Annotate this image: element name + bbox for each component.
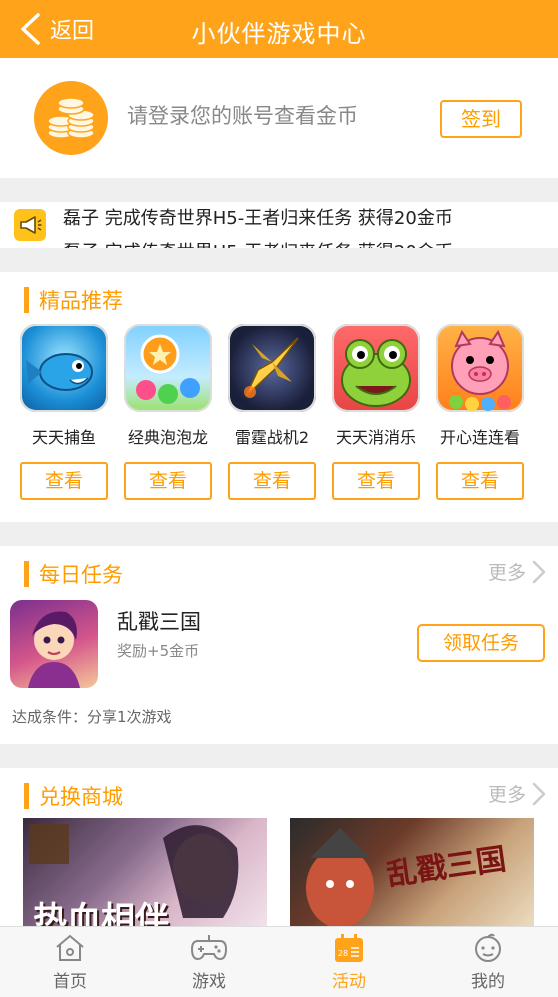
news-ticker: 磊子 完成传奇世界H5-王者归来任务 获得20金币 磊子 完成传奇世界H5-王者… <box>0 202 558 248</box>
game-card: 天天捕鱼 查看 <box>14 324 114 500</box>
task-title: 乱戳三国 <box>117 610 201 634</box>
game-name: 天天消消乐 <box>335 428 416 447</box>
page-title: 小伙伴游戏中心 <box>191 20 367 48</box>
gamepad-icon <box>190 935 228 961</box>
more-link[interactable]: 更多 <box>488 780 546 807</box>
view-button[interactable]: 查看 <box>124 462 212 500</box>
chevron-right-icon <box>532 560 546 583</box>
section-marker <box>24 561 29 587</box>
tab-home[interactable]: 首页 <box>30 933 110 992</box>
game-card: 经典泡泡龙 查看 <box>118 324 218 500</box>
chevron-right-icon <box>532 782 546 805</box>
claim-task-button[interactable]: 领取任务 <box>417 624 545 662</box>
tab-label: 我的 <box>471 972 505 992</box>
tab-games[interactable]: 游戏 <box>169 933 249 992</box>
featured-section: 精品推荐 天天捕鱼 查看 经典泡泡龙 查看 雷霆战机2 查看 天天消消乐 查看 … <box>0 272 558 522</box>
more-label: 更多 <box>487 562 526 584</box>
game-name: 天天捕鱼 <box>31 428 96 447</box>
more-link[interactable]: 更多 <box>488 558 546 585</box>
megaphone-icon <box>14 209 46 241</box>
tab-label: 首页 <box>53 972 87 992</box>
coin-stack-icon <box>34 81 108 155</box>
section-header: 每日任务 <box>24 560 123 588</box>
game-name: 雷霆战机2 <box>234 428 310 447</box>
view-button[interactable]: 查看 <box>332 462 420 500</box>
login-panel: 请登录您的账号查看金币 签到 <box>0 58 558 178</box>
daily-task-section: 每日任务 更多 乱戳三国 奖励+5金币 领取任务 达成条件：分享1次游戏 <box>0 546 558 744</box>
section-title: 兑换商城 <box>39 785 123 809</box>
bottom-tab-bar: 首页 游戏 28 活动 我的 <box>0 926 558 997</box>
section-marker <box>24 287 29 313</box>
task-game-icon[interactable] <box>10 600 98 688</box>
bubble-game-icon[interactable] <box>124 324 212 412</box>
shop-banner[interactable]: 热血相伴 <box>23 818 267 928</box>
news-item: 磊子 完成传奇世界H5-王者归来任务 获得20金币 <box>63 208 453 229</box>
section-header: 精品推荐 <box>24 286 123 314</box>
section-marker <box>24 783 29 809</box>
home-icon <box>56 934 84 961</box>
tab-activities[interactable]: 28 活动 <box>309 933 389 992</box>
face-icon <box>475 933 501 962</box>
section-title: 精品推荐 <box>39 289 123 313</box>
game-card: 开心连连看 查看 <box>430 324 530 500</box>
task-reward: 奖励+5金币 <box>117 642 200 660</box>
calendar-icon: 28 <box>335 934 363 962</box>
frog-game-icon[interactable] <box>332 324 420 412</box>
more-label: 更多 <box>487 784 526 806</box>
fighter-jet-game-icon[interactable] <box>228 324 316 412</box>
shop-section: 兑换商城 更多 热血相伴 乱戳三国 <box>0 768 558 928</box>
calendar-badge: 28 <box>338 949 348 958</box>
view-button[interactable]: 查看 <box>20 462 108 500</box>
top-bar: 返回 小伙伴游戏中心 <box>0 0 558 58</box>
pig-game-icon[interactable] <box>436 324 524 412</box>
fish-game-icon[interactable] <box>20 324 108 412</box>
game-card: 雷霆战机2 查看 <box>222 324 322 500</box>
news-item: 磊子 完成传奇世界H5-王者归来任务 获得20金币 <box>63 238 453 248</box>
section-title: 每日任务 <box>39 563 123 587</box>
shop-banner[interactable]: 乱戳三国 <box>290 818 534 928</box>
tab-label: 游戏 <box>192 972 226 992</box>
banner-title: 热血相伴 <box>33 900 169 928</box>
game-name: 经典泡泡龙 <box>127 428 208 447</box>
section-header: 兑换商城 <box>24 782 123 810</box>
game-name: 开心连连看 <box>439 428 520 447</box>
tab-label: 活动 <box>332 972 366 992</box>
view-button[interactable]: 查看 <box>436 462 524 500</box>
tab-profile[interactable]: 我的 <box>448 933 528 992</box>
login-prompt[interactable]: 请登录您的账号查看金币 <box>127 100 358 130</box>
task-condition: 达成条件：分享1次游戏 <box>12 708 172 726</box>
sign-in-button[interactable]: 签到 <box>440 100 522 138</box>
game-card: 天天消消乐 查看 <box>326 324 426 500</box>
view-button[interactable]: 查看 <box>228 462 316 500</box>
